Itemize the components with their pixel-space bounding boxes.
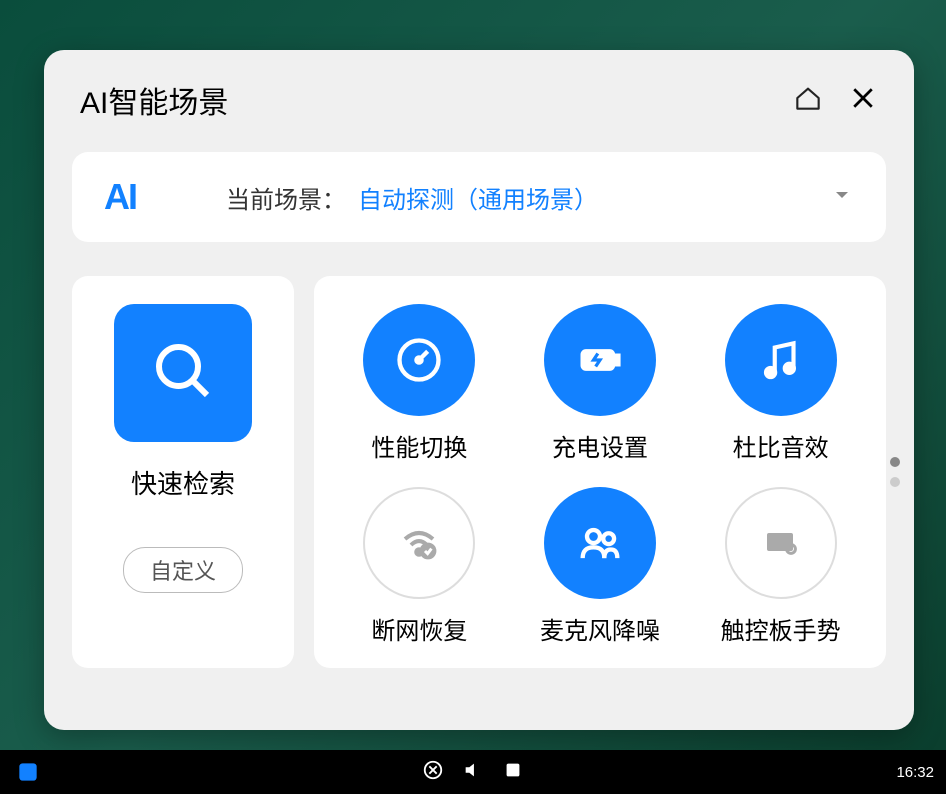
taskbar-app-icon[interactable]	[12, 756, 44, 788]
tray-volume-icon[interactable]	[462, 759, 484, 786]
panel-title: AI智能场景	[80, 78, 228, 122]
feature-network-recovery[interactable]: 断网恢复	[338, 487, 501, 646]
content-row: 快速检索 自定义 性能切换	[72, 276, 886, 668]
feature-label: 杜比音效	[733, 428, 829, 463]
page-dot-2[interactable]	[890, 477, 900, 487]
feature-performance[interactable]: 性能切换	[338, 304, 501, 463]
chevron-down-icon[interactable]	[830, 183, 854, 212]
feature-mic-noise[interactable]: 麦克风降噪	[519, 487, 682, 646]
tray-app-icon[interactable]	[502, 759, 524, 786]
scene-selector[interactable]: AI 当前场景： 自动探测（通用场景）	[72, 152, 886, 242]
feature-label: 麦克风降噪	[540, 611, 660, 646]
features-card: 性能切换 充电设置	[314, 276, 886, 668]
scene-value: 自动探测（通用场景）	[358, 180, 830, 215]
pagination-dots[interactable]	[890, 457, 900, 487]
feature-dolby[interactable]: 杜比音效	[699, 304, 862, 463]
ai-scene-panel: AI智能场景 AI 当前场景： 自动探测（通用场景）	[44, 50, 914, 730]
wifi-icon	[363, 487, 475, 599]
ai-logo: AI	[104, 176, 136, 218]
battery-icon	[544, 304, 656, 416]
feature-label: 断网恢复	[371, 611, 467, 646]
header-actions	[792, 82, 878, 119]
quick-search-label: 快速检索	[131, 464, 235, 501]
music-icon	[725, 304, 837, 416]
taskbar-right: 16:32	[896, 764, 934, 781]
panel-header: AI智能场景	[72, 78, 886, 122]
home-icon[interactable]	[792, 82, 824, 119]
taskbar-time[interactable]: 16:32	[896, 764, 934, 781]
taskbar-center	[422, 759, 524, 786]
tray-close-icon[interactable]	[422, 759, 444, 786]
feature-label: 触控板手势	[721, 611, 841, 646]
scene-label: 当前场景：	[226, 180, 346, 215]
search-icon	[147, 335, 219, 412]
quick-search-card: 快速检索 自定义	[72, 276, 294, 668]
taskbar: 16:32	[0, 750, 946, 794]
taskbar-left	[12, 756, 44, 788]
customize-button[interactable]: 自定义	[123, 547, 243, 593]
feature-charging[interactable]: 充电设置	[519, 304, 682, 463]
features-grid: 性能切换 充电设置	[338, 304, 862, 646]
feature-touchpad[interactable]: 触控板手势	[699, 487, 862, 646]
feature-label: 充电设置	[552, 428, 648, 463]
people-icon	[544, 487, 656, 599]
touchpad-icon	[725, 487, 837, 599]
gauge-icon	[363, 304, 475, 416]
close-icon[interactable]	[848, 83, 878, 118]
feature-label: 性能切换	[371, 428, 467, 463]
quick-search-tile[interactable]	[114, 304, 252, 442]
page-dot-1[interactable]	[890, 457, 900, 467]
